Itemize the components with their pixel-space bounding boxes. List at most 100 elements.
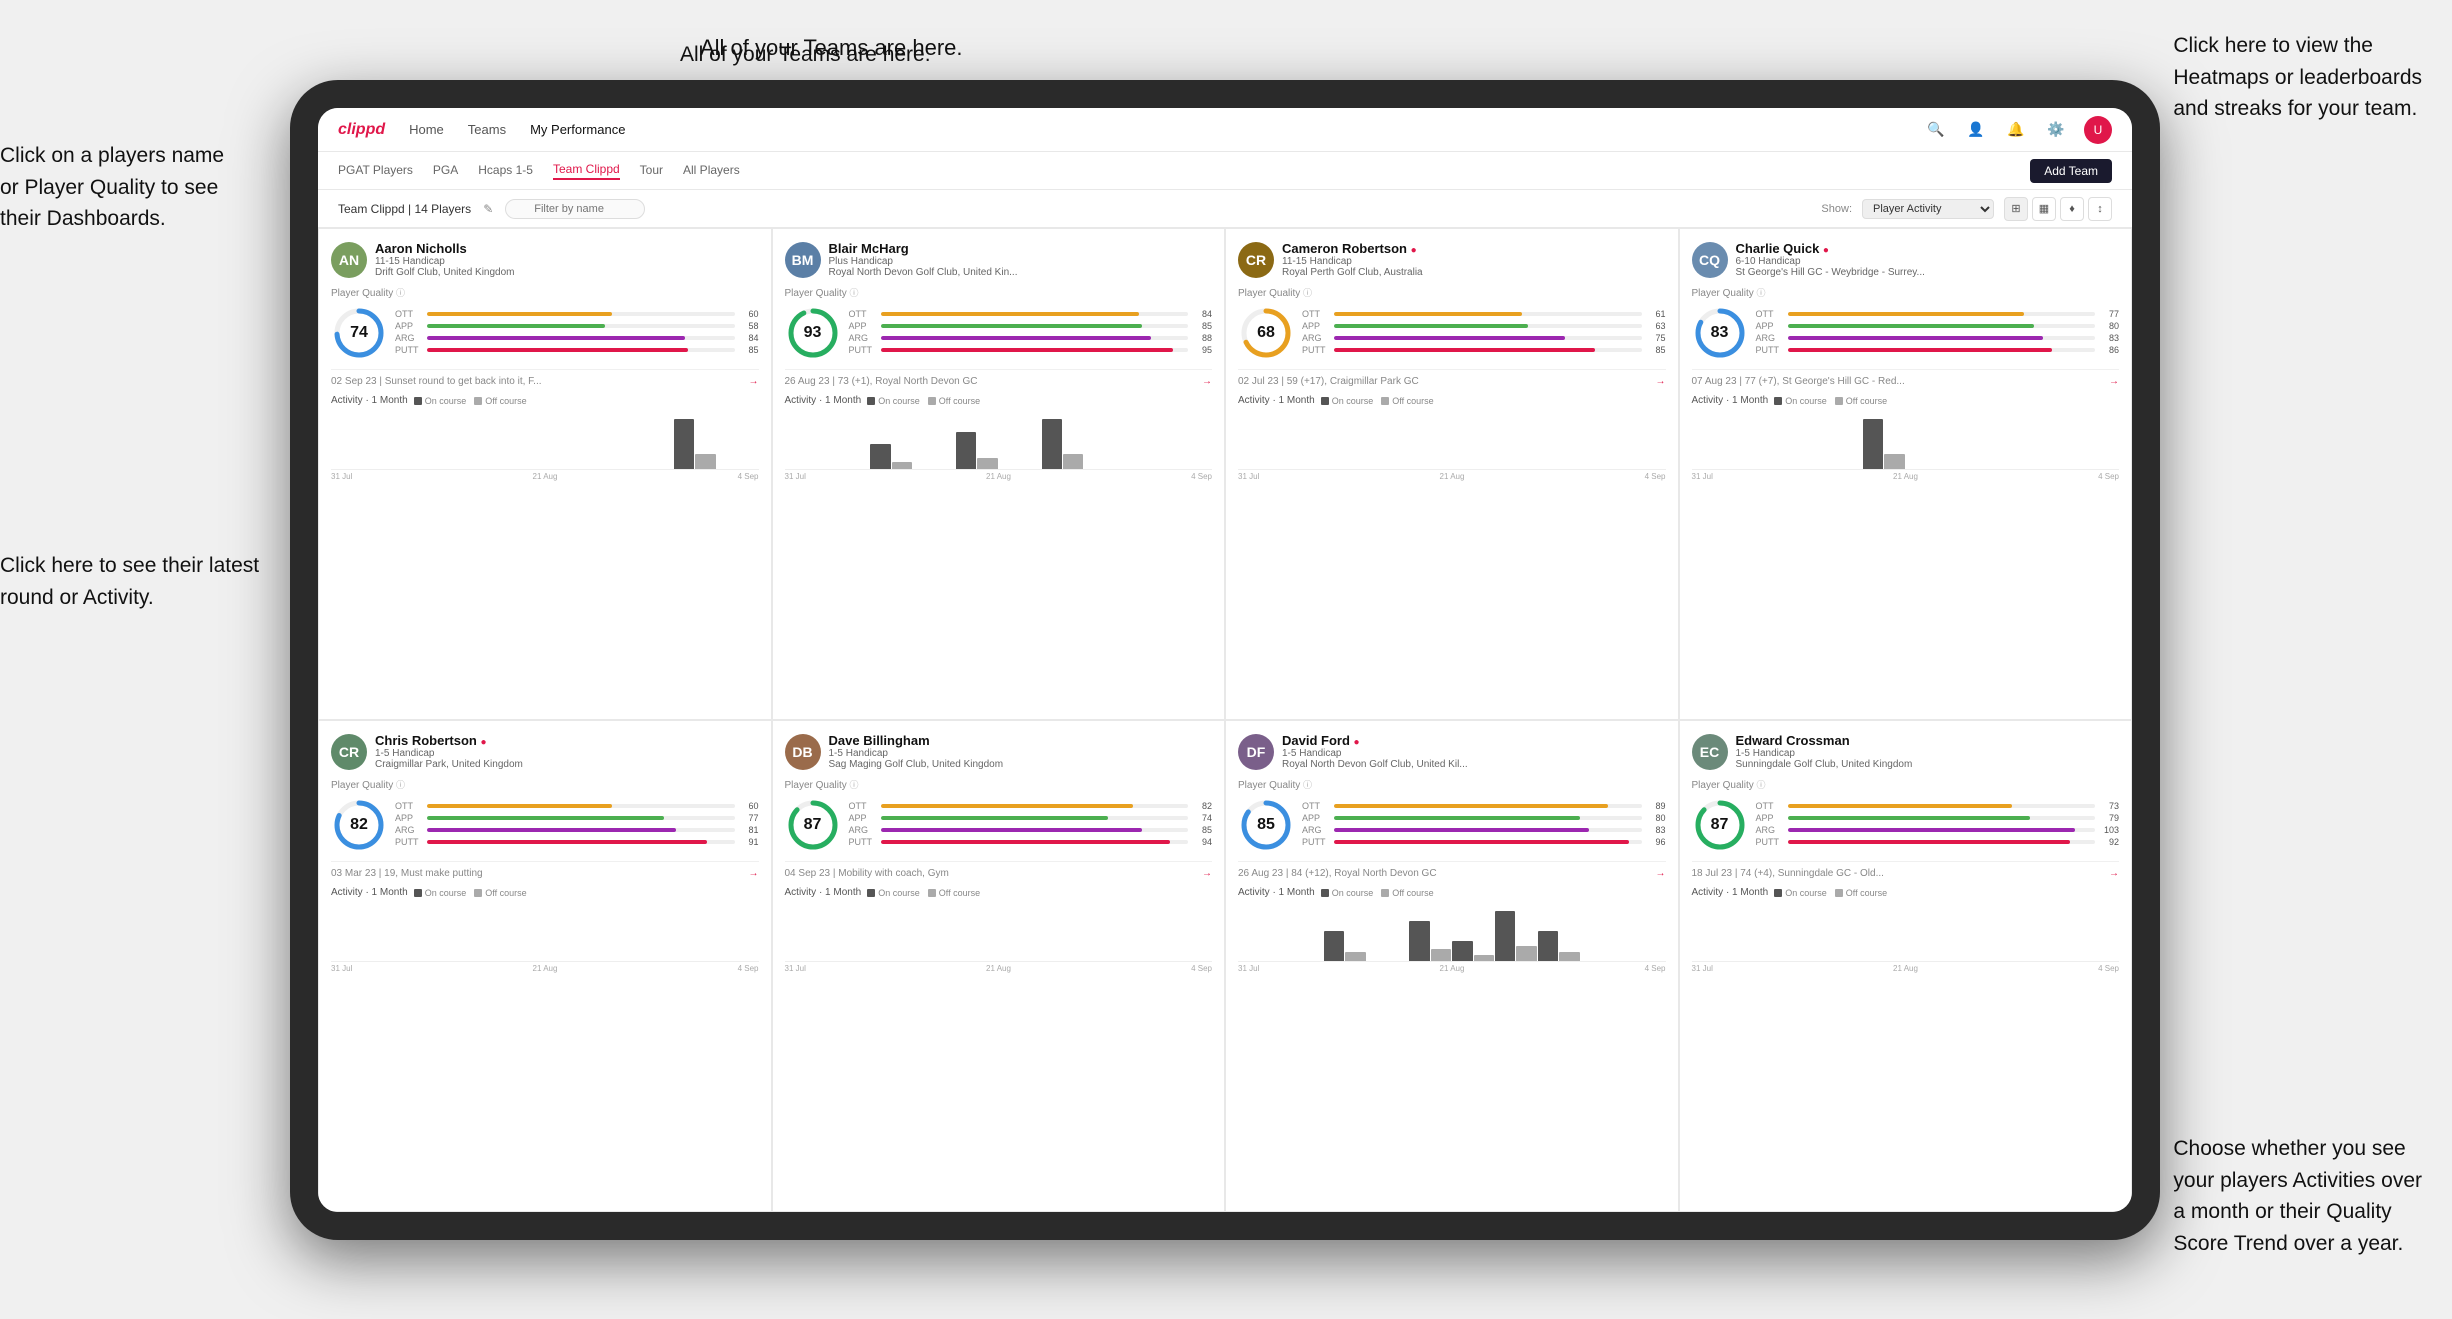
activity-legend: On course Off course <box>1321 396 1434 406</box>
latest-round[interactable]: 26 Aug 23 | 73 (+1), Royal North Devon G… <box>785 369 1213 387</box>
subnav-all-players[interactable]: All Players <box>683 163 740 179</box>
stat-row: APP 58 <box>395 321 759 331</box>
player-card[interactable]: CQ Charlie Quick ● 6-10 Handicap St Geor… <box>1680 229 2132 719</box>
player-card[interactable]: BM Blair McHarg Plus Handicap Royal Nort… <box>773 229 1225 719</box>
player-name[interactable]: Dave Billingham <box>829 733 1213 748</box>
quality-circle[interactable]: 93 <box>785 305 841 361</box>
settings-icon[interactable]: ⚙️ <box>2044 118 2068 142</box>
stat-value: 85 <box>1192 321 1212 331</box>
stat-value: 79 <box>2099 813 2119 823</box>
stat-value: 84 <box>1192 309 1212 319</box>
subnav-pga[interactable]: PGA <box>433 163 458 179</box>
latest-round[interactable]: 26 Aug 23 | 84 (+12), Royal North Devon … <box>1238 861 1666 879</box>
show-select[interactable]: Player Activity Quality Score Trend <box>1862 199 1994 219</box>
quality-circle[interactable]: 83 <box>1692 305 1748 361</box>
player-card[interactable]: CR Chris Robertson ● 1-5 Handicap Craigm… <box>319 721 771 1211</box>
latest-round[interactable]: 18 Jul 23 | 74 (+4), Sunningdale GC - Ol… <box>1692 861 2120 879</box>
legend-dot-oncourse <box>1774 397 1782 405</box>
nav-home[interactable]: Home <box>409 122 444 137</box>
latest-round[interactable]: 04 Sep 23 | Mobility with coach, Gym → <box>785 861 1213 879</box>
quality-circle[interactable]: 87 <box>785 797 841 853</box>
activity-title: Activity · 1 Month <box>1238 395 1315 406</box>
stat-name: ARG <box>395 825 423 835</box>
quality-section: 87 OTT 82 APP 74 ARG <box>785 797 1213 853</box>
player-card[interactable]: AN Aaron Nicholls 11-15 Handicap Drift G… <box>319 229 771 719</box>
player-card[interactable]: CR Cameron Robertson ● 11-15 Handicap Ro… <box>1226 229 1678 719</box>
quality-circle[interactable]: 87 <box>1692 797 1748 853</box>
quality-label: Player Quality ⓘ <box>1692 286 2120 299</box>
grid-view-button[interactable]: ⊞ <box>2004 197 2028 221</box>
stat-name: APP <box>395 321 423 331</box>
search-icon[interactable]: 🔍 <box>1924 118 1948 142</box>
legend-dot-oncourse <box>414 397 422 405</box>
subnav-team-clippd[interactable]: Team Clippd <box>553 162 620 180</box>
quality-circle[interactable]: 68 <box>1238 305 1294 361</box>
player-name[interactable]: Edward Crossman <box>1736 733 2120 748</box>
chart-label: 21 Aug <box>1893 964 1918 973</box>
latest-round[interactable]: 02 Sep 23 | Sunset round to get back int… <box>331 369 759 387</box>
player-name[interactable]: David Ford ● <box>1282 733 1666 748</box>
player-name[interactable]: Aaron Nicholls <box>375 241 759 256</box>
chart-bar-group <box>870 444 912 469</box>
player-name[interactable]: Chris Robertson ● <box>375 733 759 748</box>
player-card[interactable]: EC Edward Crossman 1-5 Handicap Sunningd… <box>1680 721 2132 1211</box>
latest-round-arrow: → <box>749 868 759 879</box>
latest-round-arrow: → <box>1656 376 1666 387</box>
latest-round[interactable]: 02 Jul 23 | 59 (+17), Craigmillar Park G… <box>1238 369 1666 387</box>
verified-icon: ● <box>480 737 486 748</box>
heatmap-button[interactable]: ♦ <box>2060 197 2084 221</box>
chart-label: 21 Aug <box>533 472 558 481</box>
legend-offcourse: Off course <box>1835 396 1887 406</box>
quality-label: Player Quality ⓘ <box>331 778 759 791</box>
subnav-tour[interactable]: Tour <box>640 163 663 179</box>
filter-input[interactable] <box>505 199 645 219</box>
subnav-hcaps[interactable]: Hcaps 1-5 <box>478 163 533 179</box>
latest-round[interactable]: 07 Aug 23 | 77 (+7), St George's Hill GC… <box>1692 369 2120 387</box>
latest-round[interactable]: 03 Mar 23 | 19, Must make putting → <box>331 861 759 879</box>
avatar-icon[interactable]: U <box>2084 116 2112 144</box>
notification-icon[interactable]: 🔔 <box>2004 118 2028 142</box>
stats-list: OTT 60 APP 58 ARG 84 PU <box>395 309 759 357</box>
profile-icon[interactable]: 👤 <box>1964 118 1988 142</box>
latest-round-arrow: → <box>1656 868 1666 879</box>
stat-name: APP <box>849 813 877 823</box>
activity-legend: On course Off course <box>414 888 527 898</box>
player-name[interactable]: Cameron Robertson ● <box>1282 241 1666 256</box>
stat-row: PUTT 92 <box>1756 837 2120 847</box>
chart-label: 4 Sep <box>1645 472 1666 481</box>
activity-header: Activity · 1 Month On course Off course <box>1692 887 2120 898</box>
stat-row: PUTT 85 <box>395 345 759 355</box>
quality-circle[interactable]: 82 <box>331 797 387 853</box>
list-view-button[interactable]: ▦ <box>2032 197 2056 221</box>
stat-row: APP 79 <box>1756 813 2120 823</box>
legend-offcourse: Off course <box>1381 888 1433 898</box>
quality-circle[interactable]: 74 <box>331 305 387 361</box>
player-club: Sag Maging Golf Club, United Kingdom <box>829 759 1213 770</box>
add-team-button[interactable]: Add Team <box>2030 159 2112 183</box>
edit-icon[interactable]: ✎ <box>483 202 493 216</box>
quality-section: 93 OTT 84 APP 85 ARG <box>785 305 1213 361</box>
sort-button[interactable]: ↕ <box>2088 197 2112 221</box>
chart-bar-group <box>1863 419 1905 469</box>
activity-legend: On course Off course <box>867 888 980 898</box>
player-card[interactable]: DF David Ford ● 1-5 Handicap Royal North… <box>1226 721 1678 1211</box>
stat-name: OTT <box>395 309 423 319</box>
chart-bar-oncourse <box>1324 931 1344 961</box>
show-label: Show: <box>1821 203 1852 215</box>
nav-teams[interactable]: Teams <box>468 122 506 137</box>
activity-section: Activity · 1 Month On course Off course <box>1692 395 2120 481</box>
nav-my-performance[interactable]: My Performance <box>530 122 625 137</box>
player-name[interactable]: Blair McHarg <box>829 241 1213 256</box>
teambar-right: Show: Player Activity Quality Score Tren… <box>1821 197 2112 221</box>
stats-list: OTT 60 APP 77 ARG 81 PU <box>395 801 759 849</box>
player-card[interactable]: DB Dave Billingham 1-5 Handicap Sag Magi… <box>773 721 1225 1211</box>
subnav-pgat[interactable]: PGAT Players <box>338 163 413 179</box>
stat-bar <box>881 348 1173 352</box>
quality-circle[interactable]: 85 <box>1238 797 1294 853</box>
stat-value: 84 <box>739 333 759 343</box>
player-name[interactable]: Charlie Quick ● <box>1736 241 2120 256</box>
legend-label-oncourse: On course <box>1785 888 1827 898</box>
player-club: Royal North Devon Golf Club, United Kin.… <box>829 267 1213 278</box>
stat-bar-wrap <box>1334 312 1642 316</box>
legend-offcourse: Off course <box>928 888 980 898</box>
